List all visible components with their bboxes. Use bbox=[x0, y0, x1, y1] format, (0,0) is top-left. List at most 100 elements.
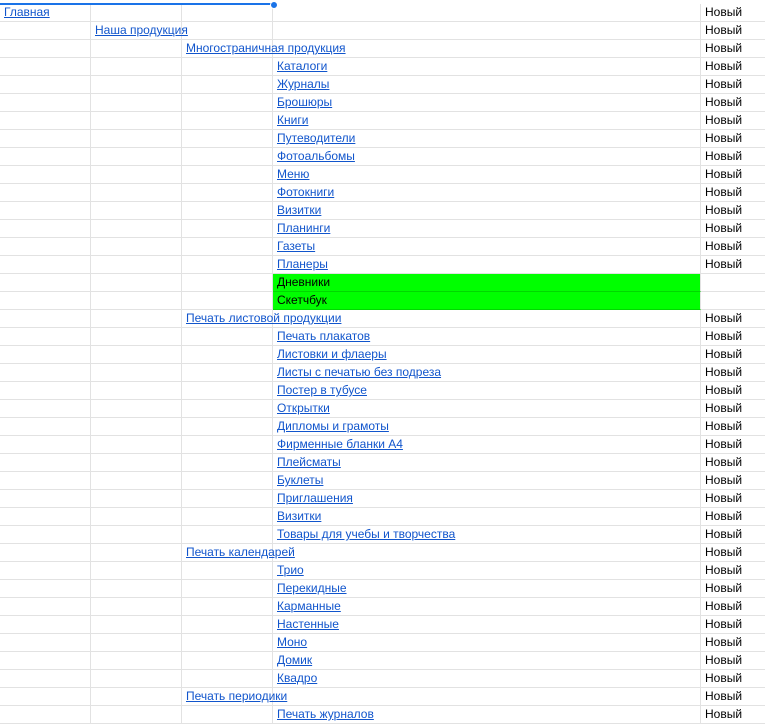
empty-cell[interactable] bbox=[182, 436, 273, 454]
page-link[interactable]: Дипломы и грамоты bbox=[277, 419, 389, 433]
status-cell[interactable]: Новый bbox=[701, 544, 765, 562]
status-cell[interactable]: Новый bbox=[701, 130, 765, 148]
empty-cell[interactable] bbox=[0, 58, 91, 76]
page-link[interactable]: Карманные bbox=[277, 599, 341, 613]
page-title-cell[interactable]: Путеводители bbox=[273, 130, 701, 148]
empty-cell[interactable] bbox=[182, 220, 273, 238]
empty-cell[interactable] bbox=[182, 580, 273, 598]
empty-cell[interactable] bbox=[91, 652, 182, 670]
page-title-cell[interactable]: Товары для учебы и творчества bbox=[273, 526, 701, 544]
empty-cell[interactable] bbox=[182, 4, 273, 22]
page-link[interactable]: Журналы bbox=[277, 77, 329, 91]
empty-cell[interactable] bbox=[0, 472, 91, 490]
page-link[interactable]: Фотокниги bbox=[277, 185, 334, 199]
page-link[interactable]: Меню bbox=[277, 167, 309, 181]
empty-cell[interactable] bbox=[182, 58, 273, 76]
page-link[interactable]: Квадро bbox=[277, 671, 317, 685]
empty-cell[interactable] bbox=[0, 508, 91, 526]
empty-cell[interactable] bbox=[0, 526, 91, 544]
empty-cell[interactable] bbox=[0, 634, 91, 652]
empty-cell[interactable] bbox=[91, 58, 182, 76]
page-title-cell[interactable]: Визитки bbox=[273, 202, 701, 220]
empty-cell[interactable] bbox=[182, 382, 273, 400]
page-link[interactable]: Печать периодики bbox=[186, 689, 287, 703]
page-link[interactable]: Многостраничная продукция bbox=[186, 41, 346, 55]
empty-cell[interactable] bbox=[0, 238, 91, 256]
empty-cell[interactable] bbox=[0, 40, 91, 58]
page-link[interactable]: Визитки bbox=[277, 203, 321, 217]
page-title-cell[interactable]: Карманные bbox=[273, 598, 701, 616]
status-cell[interactable]: Новый bbox=[701, 364, 765, 382]
page-title-cell[interactable]: Открытки bbox=[273, 400, 701, 418]
page-title-cell[interactable]: Визитки bbox=[273, 508, 701, 526]
empty-cell[interactable] bbox=[273, 688, 701, 706]
page-link[interactable]: Газеты bbox=[277, 239, 315, 253]
empty-cell[interactable] bbox=[91, 670, 182, 688]
empty-cell[interactable] bbox=[182, 346, 273, 364]
empty-cell[interactable] bbox=[91, 382, 182, 400]
page-title-cell[interactable]: Листы с печатью без подреза bbox=[273, 364, 701, 382]
empty-cell[interactable] bbox=[0, 544, 91, 562]
page-title-cell[interactable]: Печать журналов bbox=[273, 706, 701, 724]
empty-cell[interactable] bbox=[91, 364, 182, 382]
empty-cell[interactable] bbox=[182, 274, 273, 292]
empty-cell[interactable] bbox=[0, 130, 91, 148]
page-link[interactable]: Листовки и флаеры bbox=[277, 347, 387, 361]
status-cell[interactable]: Новый bbox=[701, 688, 765, 706]
empty-cell[interactable] bbox=[0, 364, 91, 382]
selection-fill-handle[interactable] bbox=[270, 1, 278, 9]
status-cell[interactable]: Новый bbox=[701, 472, 765, 490]
empty-cell[interactable] bbox=[0, 616, 91, 634]
page-link[interactable]: Приглашения bbox=[277, 491, 353, 505]
page-link[interactable]: Каталоги bbox=[277, 59, 327, 73]
empty-cell[interactable] bbox=[91, 112, 182, 130]
empty-cell[interactable] bbox=[182, 166, 273, 184]
status-cell[interactable]: Новый bbox=[701, 220, 765, 238]
status-cell[interactable]: Новый bbox=[701, 148, 765, 166]
page-link[interactable]: Брошюры bbox=[277, 95, 332, 109]
page-link[interactable]: Перекидные bbox=[277, 581, 347, 595]
status-cell[interactable]: Новый bbox=[701, 652, 765, 670]
empty-cell[interactable] bbox=[0, 436, 91, 454]
empty-cell[interactable] bbox=[0, 454, 91, 472]
status-cell[interactable]: Новый bbox=[701, 328, 765, 346]
empty-cell[interactable] bbox=[273, 22, 701, 40]
empty-cell[interactable] bbox=[182, 148, 273, 166]
empty-cell[interactable] bbox=[182, 22, 273, 40]
page-title-cell[interactable]: Журналы bbox=[273, 76, 701, 94]
empty-cell[interactable] bbox=[0, 382, 91, 400]
empty-cell[interactable] bbox=[182, 202, 273, 220]
empty-cell[interactable] bbox=[0, 346, 91, 364]
page-link[interactable]: Листы с печатью без подреза bbox=[277, 365, 441, 379]
empty-cell[interactable] bbox=[91, 310, 182, 328]
empty-cell[interactable] bbox=[91, 526, 182, 544]
page-title-cell[interactable]: Моно bbox=[273, 634, 701, 652]
status-cell[interactable]: Новый bbox=[701, 94, 765, 112]
empty-cell[interactable] bbox=[91, 238, 182, 256]
empty-cell[interactable] bbox=[91, 634, 182, 652]
empty-cell[interactable] bbox=[182, 130, 273, 148]
page-title-cell[interactable]: Приглашения bbox=[273, 490, 701, 508]
status-cell[interactable]: Новый bbox=[701, 526, 765, 544]
empty-cell[interactable] bbox=[91, 346, 182, 364]
empty-cell[interactable] bbox=[0, 562, 91, 580]
empty-cell[interactable] bbox=[91, 598, 182, 616]
empty-cell[interactable] bbox=[182, 490, 273, 508]
status-cell[interactable]: Новый bbox=[701, 76, 765, 94]
empty-cell[interactable] bbox=[91, 94, 182, 112]
empty-cell[interactable] bbox=[0, 184, 91, 202]
status-cell[interactable]: Новый bbox=[701, 490, 765, 508]
empty-cell[interactable] bbox=[182, 652, 273, 670]
empty-cell[interactable] bbox=[91, 454, 182, 472]
empty-cell[interactable] bbox=[182, 616, 273, 634]
page-title-cell[interactable]: Фотоальбомы bbox=[273, 148, 701, 166]
page-link[interactable]: Главная bbox=[4, 5, 50, 19]
empty-cell[interactable] bbox=[182, 634, 273, 652]
page-title-cell[interactable]: Книги bbox=[273, 112, 701, 130]
status-cell[interactable]: Новый bbox=[701, 706, 765, 724]
empty-cell[interactable] bbox=[182, 184, 273, 202]
empty-cell[interactable] bbox=[91, 688, 182, 706]
page-link[interactable]: Путеводители bbox=[277, 131, 355, 145]
status-cell[interactable]: Новый bbox=[701, 166, 765, 184]
empty-cell[interactable] bbox=[0, 490, 91, 508]
